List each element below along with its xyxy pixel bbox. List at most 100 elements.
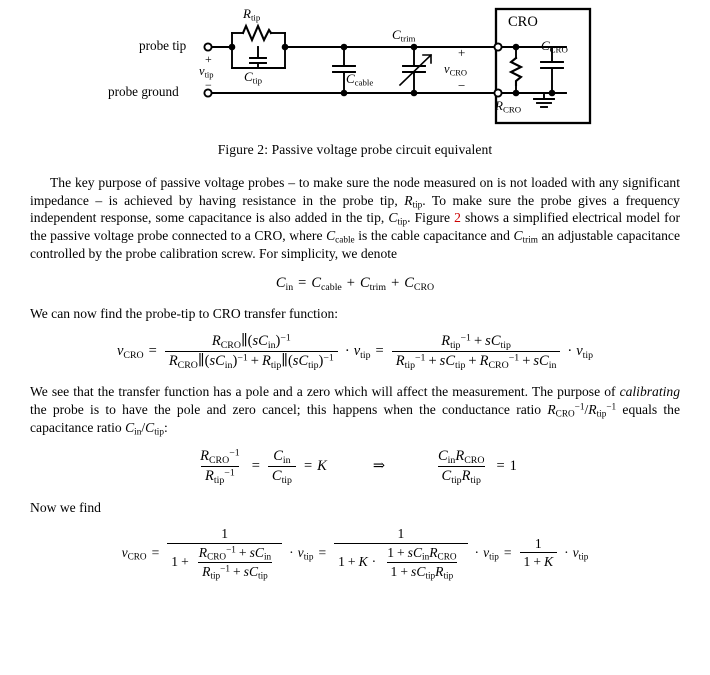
eq2-n1-cin-sub: in	[267, 339, 276, 351]
eq4-f-ctip-sub: tip	[258, 570, 268, 581]
eq2-n1-exponent: −1	[280, 332, 291, 344]
eq2-dot-1: ·	[344, 342, 350, 359]
label-minus-right: −	[458, 78, 466, 93]
eq4-den1-row: 1 + RCRO−1 + sCin Rtip−1 + sCtip	[171, 544, 278, 581]
label-cro-box-title: CRO	[508, 14, 538, 30]
eq3-cin-subscript: in	[282, 454, 291, 466]
passive-probe-circuit-svg	[203, 7, 592, 125]
eq4-fraction-2-numerator: 1	[397, 526, 405, 542]
p3-calibrating-emphasis: calibrating	[619, 384, 680, 400]
eq4-f-plus-1: +	[238, 544, 247, 560]
eq4-den1-one: 1	[171, 554, 179, 570]
p3-ctip-symbol: C	[145, 419, 155, 435]
eq4-g-one-1: 1	[387, 544, 394, 560]
eq2-d1-exp-1: −1	[237, 351, 248, 363]
label-c-tip: Ctip	[244, 69, 262, 85]
eq4-fraction-3-numerator: 1	[534, 535, 542, 551]
p3-text-a: We see that the transfer function has a …	[30, 384, 620, 400]
eq2-equals-1: =	[148, 342, 157, 359]
eq2-d1-rtip-sub: tip	[270, 359, 282, 371]
eq4-fraction-2-denominator: 1 + K · 1 + sCinRCRO 1 + sCtipRtip	[334, 542, 468, 580]
eq4-den3-k: K	[544, 554, 554, 570]
eq2-d1-plus: +	[250, 352, 259, 369]
eq2-n2-plus: +	[473, 332, 483, 349]
eq2-d1-exp-2: −1	[323, 351, 334, 363]
eq4-f-plus-2: +	[232, 563, 241, 579]
p3-text-b: the probe is to have the pole and zero c…	[30, 401, 548, 417]
eq1-ccro: CCRO	[404, 274, 434, 293]
eq2-vtip-2-subscript: tip	[582, 349, 594, 361]
eq3-ctip2-subscript: tip	[451, 474, 462, 486]
label-probe-ground: probe ground	[108, 84, 179, 99]
p1-ctrim-subscript: trim	[522, 234, 538, 245]
document-body: The key purpose of passive voltage probe…	[30, 174, 680, 580]
label-v-cro: vCRO	[444, 62, 467, 77]
eq1-ccable-symbol: C	[311, 275, 322, 292]
label-probe-tip: probe tip	[139, 38, 187, 53]
eq1-ctrim-symbol: C	[359, 275, 370, 292]
p1-ccable-symbol: C	[326, 228, 336, 244]
eq3-conductance-numerator: RCRO−1	[196, 448, 244, 466]
paragraph-2: We can now find the probe-tip to CRO tra…	[30, 306, 339, 322]
v-cro-subscript: CRO	[449, 67, 468, 78]
label-minus-left: −	[205, 78, 212, 92]
eq2-d1-ctip-sub: tip	[308, 359, 319, 371]
label-r-cro: RCRO	[495, 98, 521, 114]
eq2-fraction-1: RCRO∥(sCin)−1 RCRO∥(sCin)−1 + Rtip∥(sCtip)…	[164, 332, 338, 371]
paragraph-4: Now we find	[30, 499, 101, 515]
eq2-n2-ctip-sub: tip	[500, 339, 511, 351]
p1-r-subscript: tip	[412, 199, 423, 210]
eq3-rcro-symbol: R	[200, 448, 209, 465]
p1-r-tip: Rtip	[404, 193, 423, 210]
eq3-product-fraction: CinRCRO CtipRtip	[434, 448, 488, 486]
eq3-equals-2: =	[303, 457, 313, 474]
eq4-equals-2: =	[318, 544, 327, 560]
eq2-d2-plus-2: +	[468, 352, 477, 369]
eq1-plus-2: +	[391, 275, 400, 292]
eq4-f-cin-sub: in	[263, 551, 272, 562]
eq4-f-rcro-exp: −1	[226, 544, 236, 555]
p3-ctip-subscript: tip	[154, 426, 164, 437]
eq4-g-plus-1: +	[397, 544, 405, 560]
document-page: probe tip probe ground + − vtip Rtip Cti…	[0, 0, 710, 675]
eq2-d1-rtip: R	[261, 352, 271, 369]
eq4-dot-1: ·	[289, 544, 294, 560]
figure-cross-reference-link[interactable]: 2	[454, 210, 461, 225]
equation-calibration-condition: RCRO−1 Rtip−1 = Cin Ctip = K ⇒ CinRCRO C…	[30, 448, 680, 486]
eq4-den2-k: K	[358, 554, 368, 570]
v-tip-subscript: tip	[204, 69, 214, 80]
c-cable-symbol: C	[346, 71, 355, 86]
eq3-conductance-fraction: RCRO−1 Rtip−1	[196, 448, 244, 485]
eq3-cin-symbol: C	[273, 448, 283, 465]
eq2-d1-rcro-sub: CRO	[177, 359, 198, 371]
eq3-conductance-denominator: Rtip−1	[201, 465, 239, 485]
p3-rtip-subscript: tip	[596, 408, 607, 419]
eq4-fraction-2: 1 1 + K · 1 + sCinRCRO 1 + sCtipRtip	[334, 526, 468, 580]
eq4-fraction-1: 1 1 + RCRO−1 + sCin Rtip−1 + sCtip	[167, 526, 283, 581]
eq4-den2-plus: +	[347, 554, 356, 570]
eq2-equals-2: =	[375, 342, 384, 359]
c-tip-subscript: tip	[252, 75, 262, 86]
eq3-rcro-exponent: −1	[229, 447, 240, 459]
eq4-g-rcro: R	[429, 544, 438, 560]
eq4-vcro: vCRO	[122, 544, 147, 562]
eq4-equals-1: =	[151, 544, 160, 560]
equation-c-in: Cin = Ccable + Ctrim + CCRO	[30, 274, 680, 293]
eq1-ccable-subscript: cable	[321, 282, 342, 294]
eq4-fraction-3: 1 1 + K	[519, 535, 558, 570]
equation-final-row: vCRO = 1 1 + RCRO−1 + sCin Rtip−1 + sCtip	[122, 526, 589, 579]
eq4-f-rcro: R	[198, 544, 208, 560]
c-tip-symbol: C	[244, 69, 253, 84]
label-r-tip: Rtip	[243, 6, 260, 22]
eq4-nested-denominator: Rtip−1 + sCtip	[198, 561, 272, 581]
eq2-d2-exp-1: −1	[415, 351, 426, 363]
eq4-nested-fraction: RCRO−1 + sCin Rtip−1 + sCtip	[195, 544, 275, 581]
eq4-vtip-1-subscript: tip	[303, 551, 314, 562]
eq2-vtip-2: vtip	[576, 342, 593, 361]
eq2-fraction-1-denominator: RCRO∥(sCin)−1 + Rtip∥(sCtip)−1	[164, 350, 338, 371]
c-trim-subscript: trim	[400, 33, 416, 44]
figure-caption: Figure 2: Passive voltage probe circuit …	[217, 142, 493, 157]
eq3-product-numerator: CinRCRO	[434, 448, 488, 466]
eq4-f-ctip: C	[248, 563, 259, 579]
eq4-f-cin: C	[254, 544, 264, 560]
